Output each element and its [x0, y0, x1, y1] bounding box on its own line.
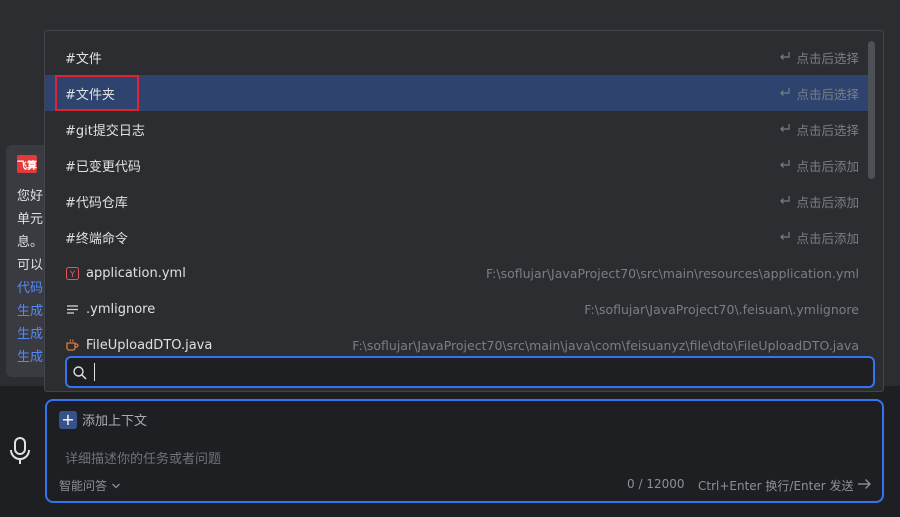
add-context-label: 添加上下文	[82, 414, 148, 429]
send-shortcut-hint: Ctrl+Enter 换行/Enter 发送	[698, 479, 854, 493]
enter-key-icon	[780, 124, 791, 132]
enter-key-icon	[780, 52, 791, 60]
context-list: #文件 点击后选择 #文件夹 点击后选择 #git提交日志 点击后选择 #已变更…	[45, 39, 875, 363]
context-item-changed-code[interactable]: #已变更代码 点击后添加	[45, 147, 875, 183]
mode-label: 智能问答	[59, 479, 108, 493]
plus-icon: +	[59, 410, 77, 429]
file-path: F:\soflujar\JavaProject70\.feisuan\.ymli…	[584, 301, 859, 317]
chat-text-line: 您好	[17, 189, 44, 204]
chat-link[interactable]: 生成	[17, 346, 43, 365]
popup-scrollbar[interactable]	[868, 41, 875, 179]
message-input[interactable]: 详细描述你的任务或者问题	[65, 448, 221, 467]
chat-text-line: 可以	[17, 258, 44, 273]
context-item-hint: 点击后选择	[779, 48, 859, 67]
message-composer[interactable]: + 添加上下文 详细描述你的任务或者问题 智能问答 0 / 12000 Ctrl…	[45, 399, 884, 503]
chevron-down-icon	[112, 483, 120, 488]
char-counter: 0 / 12000	[627, 477, 685, 491]
text-file-icon	[65, 302, 79, 316]
context-item-label: #终端命令	[65, 231, 128, 247]
chat-link[interactable]: 代码	[17, 277, 43, 296]
context-item-file[interactable]: #文件 点击后选择	[45, 39, 875, 75]
brand-logo: 飞算	[17, 155, 37, 173]
context-item-hint: 点击后添加	[779, 156, 859, 175]
file-name: FileUploadDTO.java	[86, 337, 213, 353]
enter-key-icon	[780, 160, 791, 168]
context-item-label: #代码仓库	[65, 195, 128, 211]
chat-link[interactable]: 生成	[17, 323, 43, 342]
context-item-folder[interactable]: #文件夹 点击后选择	[45, 75, 875, 111]
java-file-icon	[65, 338, 79, 352]
add-context-button[interactable]: + 添加上下文	[59, 410, 147, 429]
context-item-label: #文件	[65, 51, 102, 67]
chat-text-line: 息。	[17, 235, 44, 250]
chat-link[interactable]: 生成	[17, 300, 43, 319]
svg-text:Y: Y	[68, 270, 75, 280]
text-cursor	[94, 363, 95, 381]
file-item[interactable]: Y application.yml F:\soflujar\JavaProjec…	[45, 255, 875, 291]
enter-key-icon	[780, 232, 791, 240]
send-arrow-icon[interactable]	[856, 476, 872, 492]
context-item-hint: 点击后添加	[779, 228, 859, 247]
file-name: application.yml	[86, 265, 186, 281]
context-item-terminal[interactable]: #终端命令 点击后添加	[45, 219, 875, 255]
mode-selector[interactable]: 智能问答	[59, 477, 121, 494]
context-item-hint: 点击后添加	[779, 192, 859, 211]
file-path: F:\soflujar\JavaProject70\src\main\resou…	[485, 265, 859, 281]
context-item-repository[interactable]: #代码仓库 点击后添加	[45, 183, 875, 219]
search-icon	[73, 366, 87, 380]
context-item-label: #已变更代码	[65, 159, 141, 175]
chat-text-line: 单元	[17, 212, 44, 227]
enter-key-icon	[780, 196, 791, 204]
file-item[interactable]: .ymlignore F:\soflujar\JavaProject70\.fe…	[45, 291, 875, 327]
context-item-hint: 点击后选择	[779, 120, 859, 139]
file-path: F:\soflujar\JavaProject70\src\main\java\…	[352, 337, 859, 353]
selection-highlight-box	[55, 75, 139, 111]
context-search-input[interactable]	[65, 356, 875, 388]
microphone-icon[interactable]	[8, 436, 32, 466]
file-name: .ymlignore	[86, 301, 156, 317]
context-popup: #文件 点击后选择 #文件夹 点击后选择 #git提交日志 点击后选择 #已变更…	[44, 30, 884, 392]
context-item-hint: 点击后选择	[779, 84, 859, 103]
context-item-label: #git提交日志	[65, 123, 145, 139]
enter-key-icon	[780, 88, 791, 96]
yaml-file-icon: Y	[65, 266, 79, 280]
context-item-git-log[interactable]: #git提交日志 点击后选择	[45, 111, 875, 147]
